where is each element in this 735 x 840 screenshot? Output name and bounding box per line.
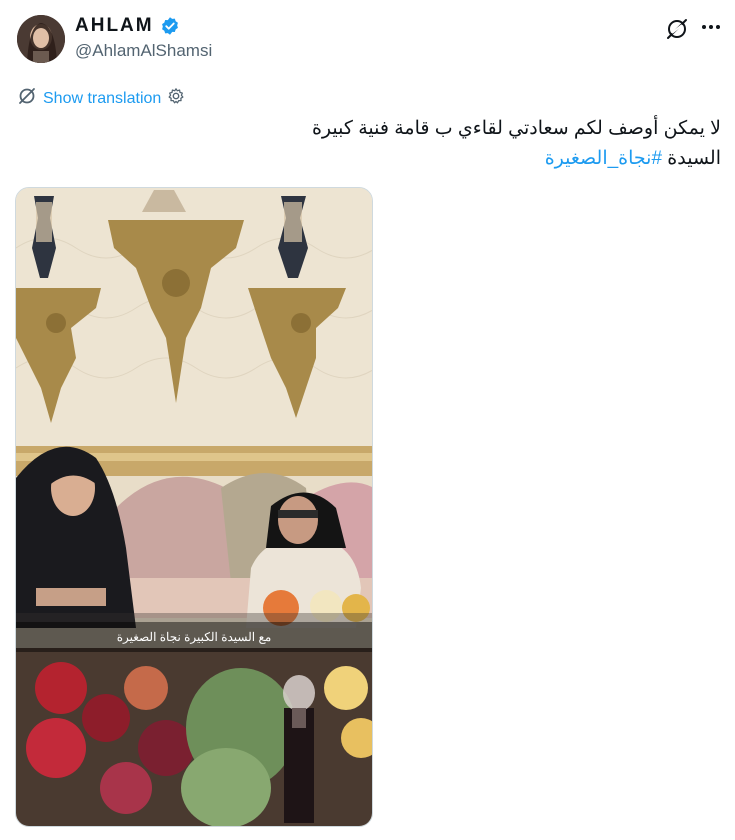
media-caption-bar: مع السيدة الكبيرة نجاة الصغيرة xyxy=(16,622,372,652)
author-handle[interactable]: @AhlamAlShamsi xyxy=(75,41,212,61)
show-translation-link[interactable]: Show translation xyxy=(43,90,161,108)
tweet-line-1: لا يمكن أوصف لكم سعادتي لقاءي ب قامة فني… xyxy=(311,118,721,139)
tweet-text: لا يمكن أوصف لكم سعادتي لقاءي ب قامة فني… xyxy=(41,114,721,174)
avatar[interactable] xyxy=(17,15,65,63)
grok-icon[interactable] xyxy=(664,16,690,42)
tweet-media[interactable]: مع السيدة الكبيرة نجاة الصغيرة xyxy=(15,187,373,827)
more-options-icon[interactable] xyxy=(698,14,724,40)
author-display-name[interactable]: AHLAM xyxy=(75,15,154,37)
tweet-line-2-text: السيدة xyxy=(662,148,721,169)
verified-badge-icon xyxy=(160,16,180,36)
gear-icon[interactable] xyxy=(167,87,185,110)
media-caption: مع السيدة الكبيرة نجاة الصغيرة xyxy=(116,630,272,644)
tweet-line-2: السيدة #نجاة_الصغيرة xyxy=(41,144,721,174)
media-photo xyxy=(16,188,372,826)
translate-icon xyxy=(17,86,37,111)
hashtag-link[interactable]: #نجاة_الصغيرة xyxy=(545,148,662,169)
translation-row: Show translation xyxy=(17,86,185,111)
